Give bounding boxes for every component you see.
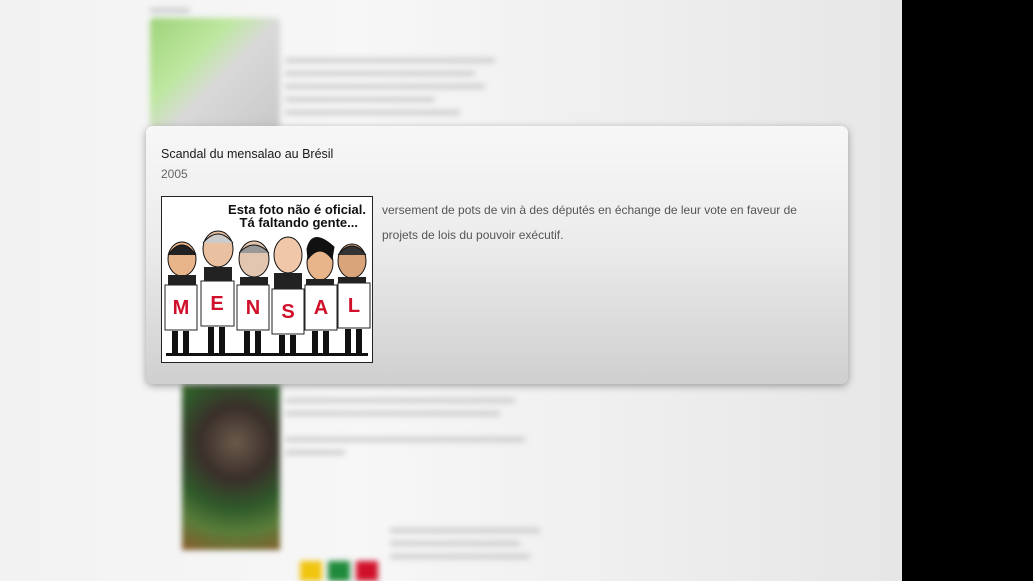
sign-letter-m: M	[173, 297, 190, 319]
sign-letter-e: E	[210, 293, 223, 315]
event-title: Scandal du mensalao au Brésil	[161, 147, 334, 161]
event-year: 2005	[161, 167, 188, 181]
cartoon-caption-line2: Tá faltando gente...	[240, 215, 358, 230]
background-map-thumbnail	[150, 18, 280, 128]
background-text-block-top	[285, 50, 505, 123]
sign-letter-s: S	[281, 301, 294, 323]
cartoon-legs	[166, 327, 368, 356]
background-header-text	[150, 0, 500, 21]
sign-letter-n: N	[246, 297, 260, 319]
background-text-block-bottom	[390, 520, 550, 567]
background-flags	[300, 555, 390, 581]
background-text-block-middle	[285, 390, 535, 463]
cartoon-figures	[167, 230, 367, 281]
event-cartoon-image: Esta foto não é oficial. Tá faltando gen…	[161, 196, 373, 363]
cartoon-signs	[164, 280, 371, 335]
background-photo-thumbnail	[182, 385, 280, 550]
event-description: versement de pots de vin à des députés e…	[382, 203, 797, 242]
event-popup-card[interactable]: Scandal du mensalao au Brésil 2005 Esta …	[146, 126, 848, 384]
sign-letter-l: L	[348, 295, 360, 317]
sign-letter-a: A	[314, 297, 328, 319]
